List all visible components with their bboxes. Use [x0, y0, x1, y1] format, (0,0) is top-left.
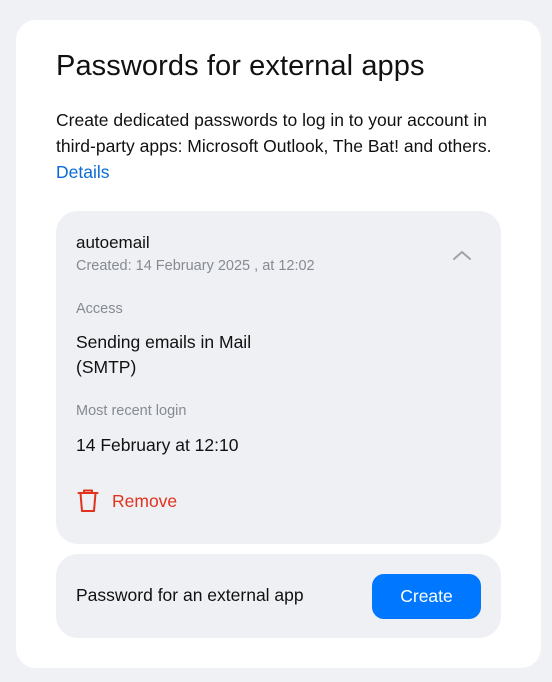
app-password-item: autoemail Created: 14 February 2025 , at… — [56, 211, 501, 544]
last-login-value: 14 February at 12:10 — [76, 435, 239, 455]
app-password-created-date: Created: 14 February 2025 , at 12:02 — [76, 258, 315, 274]
app-password-name: autoemail — [76, 233, 150, 252]
create-password-label: Password for an external app — [76, 585, 304, 605]
access-label: Access — [76, 301, 123, 317]
create-button[interactable]: Create — [372, 574, 481, 619]
access-value-line2: (SMTP) — [76, 357, 137, 377]
collapse-button[interactable] — [448, 241, 476, 269]
create-password-panel: Password for an external app Create — [56, 554, 501, 638]
chevron-up-icon — [453, 251, 471, 260]
last-login-label: Most recent login — [76, 403, 187, 419]
details-link[interactable]: Details — [56, 162, 110, 182]
page-description: Create dedicated passwords to log in to … — [56, 107, 511, 185]
access-value: Sending emails in Mail (SMTP) — [76, 330, 296, 380]
remove-button[interactable]: Remove — [76, 487, 177, 515]
remove-label: Remove — [112, 490, 178, 511]
trash-icon — [76, 488, 102, 514]
description-text: Create dedicated passwords to log in to … — [56, 110, 492, 156]
access-value-line1: Sending emails in Mail — [76, 332, 252, 352]
page-title: Passwords for external apps — [56, 50, 425, 82]
external-app-passwords-card: Passwords for external apps Create dedic… — [16, 20, 541, 668]
